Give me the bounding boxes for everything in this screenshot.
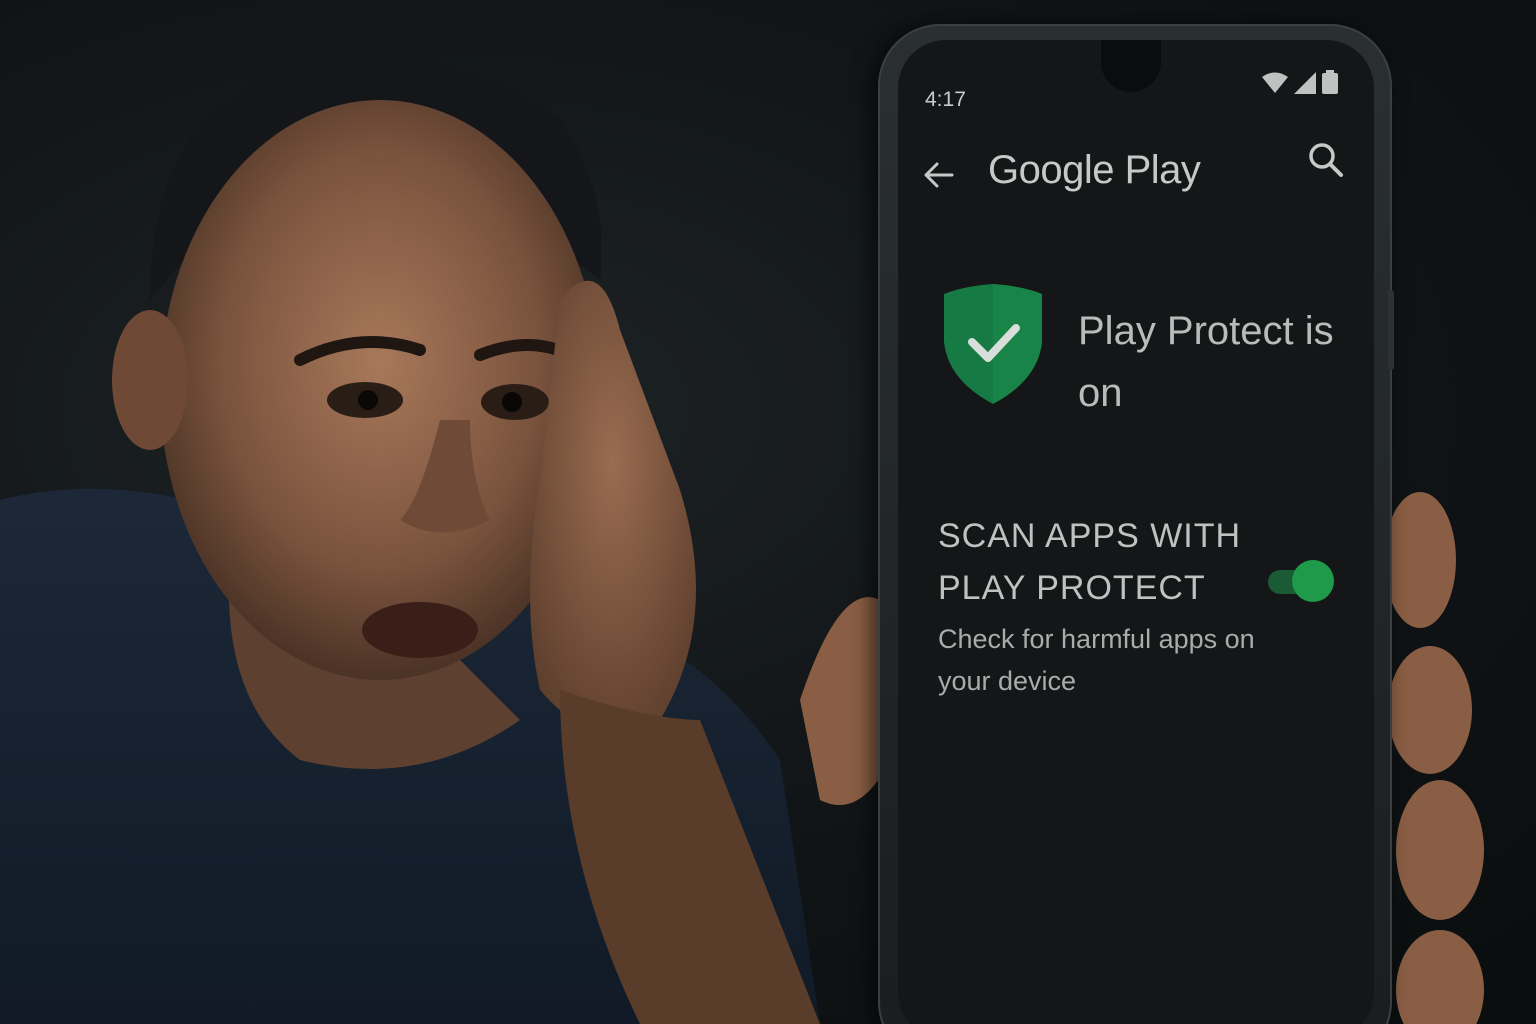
status-icons [1262, 70, 1338, 94]
setting-description: Check for harmful apps on your device [938, 624, 1255, 696]
cellular-signal-icon [1294, 72, 1316, 94]
play-protect-status-text: Play Protect is on [1078, 309, 1334, 415]
app-title: Google Play [988, 148, 1201, 192]
status-time: 4:17 [925, 88, 966, 111]
search-icon[interactable] [1306, 140, 1346, 180]
camera-notch [1101, 40, 1161, 92]
setting-title: SCAN APPS WITH PLAY PROTECT [938, 517, 1242, 607]
arrow-left-icon[interactable] [922, 158, 956, 192]
scan-apps-toggle[interactable] [1268, 560, 1334, 604]
photo-scene: 4:17 Google Play Play Protect is on SCAN… [0, 0, 1536, 1024]
play-protect-status: Play Protect is on [942, 280, 1342, 420]
app-bar: Google Play [898, 140, 1374, 210]
scan-apps-setting[interactable]: SCAN APPS WITH PLAY PROTECT Check for ha… [938, 510, 1358, 710]
wifi-icon [1262, 72, 1288, 93]
phone-side-button [1388, 290, 1394, 370]
toggle-thumb [1292, 560, 1334, 602]
battery-icon [1322, 70, 1338, 94]
phone-screen: 4:17 Google Play Play Protect is on SCAN… [898, 40, 1374, 1024]
shield-check-icon [944, 284, 1042, 404]
